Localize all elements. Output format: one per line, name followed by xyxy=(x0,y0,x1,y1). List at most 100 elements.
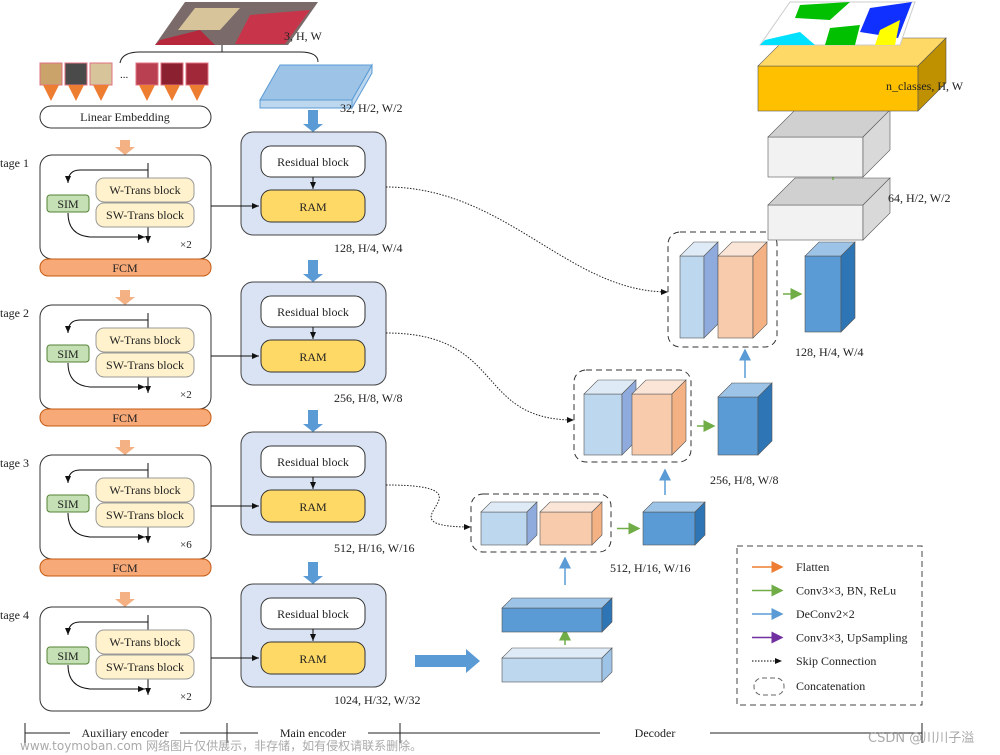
bottleneck-slab-1 xyxy=(501,647,613,683)
seg-region xyxy=(825,25,860,45)
stage-input-arrow xyxy=(115,140,135,155)
output-slab xyxy=(757,37,947,112)
segmentation-map xyxy=(759,1,916,46)
sw-trans-label: SW-Trans block xyxy=(106,358,184,372)
decoder-output-feature xyxy=(642,501,706,546)
w-trans-label: W-Trans block xyxy=(109,483,180,497)
stage-input-arrow xyxy=(115,440,135,455)
image-patch xyxy=(135,62,159,86)
cube-side xyxy=(752,241,768,339)
ram-label: RAM xyxy=(299,652,327,666)
watermark-csdn: CSDN @川川子溢 xyxy=(868,731,974,746)
image-patch xyxy=(64,62,88,86)
sim-label: SIM xyxy=(57,347,79,361)
residual-label: Residual block xyxy=(277,305,349,319)
w-trans-label: W-Trans block xyxy=(109,333,180,347)
main-output-size: 1024, H/32, W/32 xyxy=(334,693,420,707)
cube-front xyxy=(631,393,673,456)
w-trans-label: W-Trans block xyxy=(109,635,180,649)
legend-label: Skip Connection xyxy=(796,654,876,668)
main-down-arrow xyxy=(303,260,323,282)
legend-label: Conv3×3, BN, ReLu xyxy=(796,584,896,598)
stage-1: tage 1 SIM W-Trans block SW-Trans block ×2 FC… xyxy=(0,110,402,277)
section-label: Main encoder xyxy=(280,726,346,740)
sw-trans-label: SW-Trans block xyxy=(106,208,184,222)
image-patch xyxy=(89,62,113,86)
stage-label: tage 4 xyxy=(0,608,29,622)
stage-4: tage 4 SIM W-Trans block SW-Trans block ×2 Re… xyxy=(0,562,420,712)
upsampled-feature xyxy=(679,241,719,339)
section-label: Decoder xyxy=(635,726,676,740)
cube-front xyxy=(679,255,705,339)
decoder-level-2: 256, H/8, W/8 xyxy=(573,348,778,487)
ram-label: RAM xyxy=(299,500,327,514)
cube-front xyxy=(717,396,759,456)
repeat-count: ×2 xyxy=(180,239,192,251)
bottleneck-arrow xyxy=(415,649,480,673)
residual-label: Residual block xyxy=(277,607,349,621)
legend-label: Conv3×3, UpSampling xyxy=(796,631,907,645)
decoder-size-label: 128, H/4, W/4 xyxy=(795,345,863,359)
upsampled-feature xyxy=(583,379,637,456)
section-label: Auxiliary encoder xyxy=(82,726,169,740)
stem-size-label: 32, H/2, W/2 xyxy=(340,101,402,115)
residual-label: Residual block xyxy=(277,455,349,469)
cube-front xyxy=(583,393,623,456)
stage-input-arrow xyxy=(115,592,135,607)
cube-front xyxy=(642,511,696,546)
fcm-label: FCM xyxy=(112,261,138,275)
stage-label: tage 3 xyxy=(0,456,29,470)
skip-connection xyxy=(385,186,669,295)
skip-feature xyxy=(717,241,768,339)
ram-label: RAM xyxy=(299,350,327,364)
ram-label: RAM xyxy=(299,200,327,214)
watermark-toymoban: www.toymoban.com 网络图片仅供展示，非存储，如有侵权请联系删除。 xyxy=(20,738,422,753)
input-size-label: 3, H, W xyxy=(284,29,322,43)
sw-trans-label: SW-Trans block xyxy=(106,660,184,674)
cube-top xyxy=(539,501,603,513)
cube-front xyxy=(767,204,864,241)
fcm-label: FCM xyxy=(112,561,138,575)
cube-side xyxy=(703,241,719,339)
cube-top xyxy=(501,597,613,609)
stage-label: tage 1 xyxy=(0,156,29,170)
cube-front xyxy=(804,255,842,333)
skip-feature xyxy=(631,379,687,456)
main-down-arrow xyxy=(303,110,323,132)
main-output-size: 512, H/16, W/16 xyxy=(334,541,414,555)
cube-front xyxy=(717,255,754,339)
cube-front xyxy=(767,136,864,178)
decoder-level-1: 512, H/16, W/16 xyxy=(470,468,706,575)
cube-top xyxy=(501,647,613,659)
main-down-arrow xyxy=(303,410,323,432)
stage-3: tage 3 SIM W-Trans block SW-Trans block ×6 FC… xyxy=(0,410,414,577)
upsampled-feature xyxy=(480,501,538,546)
output-size-label: n_classes, H, W xyxy=(886,79,964,93)
main-down-arrow xyxy=(303,562,323,584)
cube-front xyxy=(501,657,603,683)
repeat-count: ×6 xyxy=(180,539,192,551)
skip-connection xyxy=(385,332,575,423)
gray-slab-2 xyxy=(767,109,891,178)
skip-feature xyxy=(539,501,603,546)
patch-ellipsis: ... xyxy=(120,69,129,81)
decoder-output-feature xyxy=(717,382,773,456)
w-trans-label: W-Trans block xyxy=(109,183,180,197)
stage-2: tage 2 SIM W-Trans block SW-Trans block ×2 FC… xyxy=(0,260,402,427)
sim-label: SIM xyxy=(57,649,79,663)
split-brace xyxy=(119,51,319,64)
cube-front xyxy=(501,607,603,633)
decoder-size-label: 64, H/2, W/2 xyxy=(888,191,950,205)
legend-swatch-concat xyxy=(753,677,785,696)
image-patch xyxy=(160,62,184,86)
image-patch xyxy=(185,62,209,86)
decoder-output-feature xyxy=(804,241,856,333)
linear-embedding-label: Linear Embedding xyxy=(80,110,170,124)
gray-slab-1 xyxy=(767,177,891,241)
sim-label: SIM xyxy=(57,197,79,211)
skip-connection xyxy=(385,484,472,530)
main-output-size: 256, H/8, W/8 xyxy=(334,391,402,405)
image-patch xyxy=(39,62,63,86)
legend-label: DeConv2×2 xyxy=(796,607,855,621)
stage-input-arrow xyxy=(115,290,135,305)
